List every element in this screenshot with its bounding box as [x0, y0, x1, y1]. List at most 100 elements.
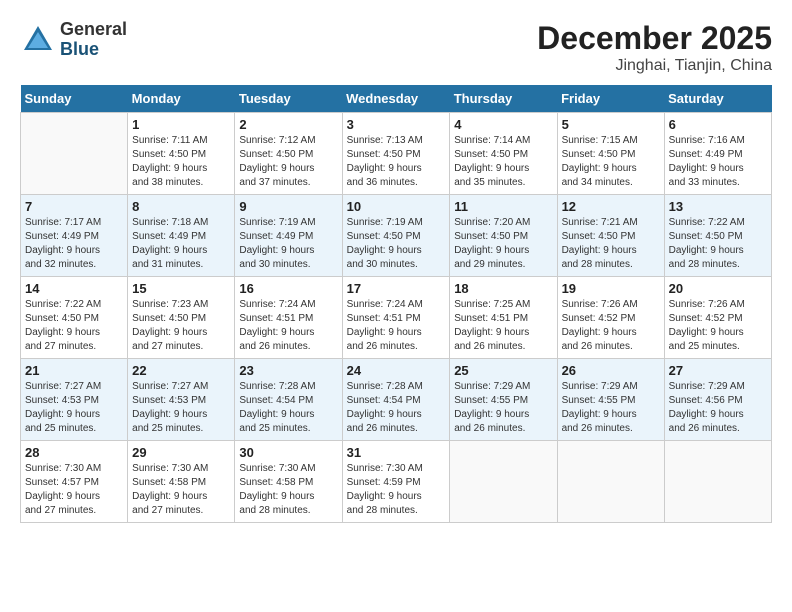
calendar-cell: 26Sunrise: 7:29 AMSunset: 4:55 PMDayligh… [557, 359, 664, 441]
calendar-cell [450, 441, 557, 523]
day-info: Sunrise: 7:24 AMSunset: 4:51 PMDaylight:… [239, 298, 337, 354]
calendar-table: SundayMondayTuesdayWednesdayThursdayFrid… [20, 85, 772, 523]
day-info: Sunrise: 7:11 AMSunset: 4:50 PMDaylight:… [132, 134, 230, 190]
day-info: Sunrise: 7:20 AMSunset: 4:50 PMDaylight:… [454, 216, 552, 272]
day-info: Sunrise: 7:24 AMSunset: 4:51 PMDaylight:… [347, 298, 446, 354]
day-number: 26 [562, 363, 660, 378]
day-info: Sunrise: 7:16 AMSunset: 4:49 PMDaylight:… [669, 134, 767, 190]
calendar-cell: 13 Sunrise: 7:22 AMSunset: 4:50 PMDayligh… [664, 195, 771, 277]
calendar-day-header: Saturday [664, 85, 771, 113]
day-info: Sunrise: 7:15 AMSunset: 4:50 PMDaylight:… [562, 134, 660, 190]
calendar-cell: 31 Sunrise: 7:30 AMSunset: 4:59 PMDayligh… [342, 441, 450, 523]
day-number: 16 [239, 281, 337, 296]
day-info: Sunrise: 7:30 AMSunset: 4:58 PMDaylight:… [239, 462, 337, 518]
calendar-cell: 6 Sunrise: 7:16 AMSunset: 4:49 PMDaylight… [664, 113, 771, 195]
calendar-cell: 25 Sunrise: 7:29 AMSunset: 4:55 PMDayligh… [450, 359, 557, 441]
day-info: Sunrise: 7:22 AMSunset: 4:50 PMDaylight:… [669, 216, 767, 272]
calendar-week-row: 14 Sunrise: 7:22 AMSunset: 4:50 PMDayligh… [21, 277, 772, 359]
calendar-cell: 18 Sunrise: 7:25 AMSunset: 4:51 PMDayligh… [450, 277, 557, 359]
day-info: Sunrise: 7:12 AMSunset: 4:50 PMDaylight:… [239, 134, 337, 190]
calendar-cell: 27 Sunrise: 7:29 AMSunset: 4:56 PMDayligh… [664, 359, 771, 441]
calendar-cell: 4Sunrise: 7:14 AMSunset: 4:50 PMDaylight… [450, 113, 557, 195]
day-info: Sunrise: 7:28 AMSunset: 4:54 PMDaylight:… [347, 380, 446, 436]
calendar-cell: 3Sunrise: 7:13 AMSunset: 4:50 PMDaylight… [342, 113, 450, 195]
day-number: 10 [347, 199, 446, 214]
logo-general: General [60, 20, 127, 40]
day-info: Sunrise: 7:27 AMSunset: 4:53 PMDaylight:… [132, 380, 230, 436]
calendar-cell: 14 Sunrise: 7:22 AMSunset: 4:50 PMDayligh… [21, 277, 128, 359]
logo-text: General Blue [60, 20, 127, 60]
day-info: Sunrise: 7:14 AMSunset: 4:50 PMDaylight:… [454, 134, 552, 190]
day-number: 11 [454, 199, 552, 214]
day-info: Sunrise: 7:30 AMSunset: 4:59 PMDaylight:… [347, 462, 446, 518]
calendar-day-header: Sunday [21, 85, 128, 113]
day-number: 30 [239, 445, 337, 460]
day-number: 19 [562, 281, 660, 296]
day-number: 21 [25, 363, 123, 378]
day-info: Sunrise: 7:29 AMSunset: 4:56 PMDaylight:… [669, 380, 767, 436]
day-number: 15 [132, 281, 230, 296]
calendar-cell: 22 Sunrise: 7:27 AMSunset: 4:53 PMDayligh… [128, 359, 235, 441]
day-number: 28 [25, 445, 123, 460]
day-info: Sunrise: 7:18 AMSunset: 4:49 PMDaylight:… [132, 216, 230, 272]
calendar-cell [21, 113, 128, 195]
day-info: Sunrise: 7:30 AMSunset: 4:58 PMDaylight:… [132, 462, 230, 518]
page-title: December 2025 [537, 20, 772, 57]
calendar-cell: 2 Sunrise: 7:12 AMSunset: 4:50 PMDaylight… [235, 113, 342, 195]
day-number: 2 [239, 117, 337, 132]
day-number: 29 [132, 445, 230, 460]
day-info: Sunrise: 7:26 AMSunset: 4:52 PMDaylight:… [562, 298, 660, 354]
day-number: 23 [239, 363, 337, 378]
calendar-cell: 8Sunrise: 7:18 AMSunset: 4:49 PMDaylight… [128, 195, 235, 277]
calendar-cell: 5 Sunrise: 7:15 AMSunset: 4:50 PMDaylight… [557, 113, 664, 195]
calendar-week-row: 21 Sunrise: 7:27 AMSunset: 4:53 PMDayligh… [21, 359, 772, 441]
calendar-cell: 29 Sunrise: 7:30 AMSunset: 4:58 PMDayligh… [128, 441, 235, 523]
day-number: 27 [669, 363, 767, 378]
day-number: 7 [25, 199, 123, 214]
day-number: 1 [132, 117, 230, 132]
calendar-cell [557, 441, 664, 523]
calendar-cell: 17Sunrise: 7:24 AMSunset: 4:51 PMDayligh… [342, 277, 450, 359]
day-info: Sunrise: 7:28 AMSunset: 4:54 PMDaylight:… [239, 380, 337, 436]
day-info: Sunrise: 7:17 AMSunset: 4:49 PMDaylight:… [25, 216, 123, 272]
day-info: Sunrise: 7:30 AMSunset: 4:57 PMDaylight:… [25, 462, 123, 518]
day-number: 12 [562, 199, 660, 214]
title-block: December 2025 Jinghai, Tianjin, China [537, 20, 772, 75]
day-number: 25 [454, 363, 552, 378]
day-number: 24 [347, 363, 446, 378]
page-subtitle: Jinghai, Tianjin, China [537, 57, 772, 75]
calendar-day-header: Friday [557, 85, 664, 113]
calendar-cell: 21 Sunrise: 7:27 AMSunset: 4:53 PMDayligh… [21, 359, 128, 441]
calendar-week-row: 1 Sunrise: 7:11 AMSunset: 4:50 PMDaylight… [21, 113, 772, 195]
calendar-cell: 24 Sunrise: 7:28 AMSunset: 4:54 PMDayligh… [342, 359, 450, 441]
day-number: 6 [669, 117, 767, 132]
day-number: 5 [562, 117, 660, 132]
day-info: Sunrise: 7:27 AMSunset: 4:53 PMDaylight:… [25, 380, 123, 436]
day-number: 18 [454, 281, 552, 296]
day-info: Sunrise: 7:19 AMSunset: 4:50 PMDaylight:… [347, 216, 446, 272]
day-info: Sunrise: 7:29 AMSunset: 4:55 PMDaylight:… [454, 380, 552, 436]
calendar-cell: 10 Sunrise: 7:19 AMSunset: 4:50 PMDayligh… [342, 195, 450, 277]
calendar-cell [664, 441, 771, 523]
calendar-cell: 23 Sunrise: 7:28 AMSunset: 4:54 PMDayligh… [235, 359, 342, 441]
day-info: Sunrise: 7:26 AMSunset: 4:52 PMDaylight:… [669, 298, 767, 354]
day-info: Sunrise: 7:21 AMSunset: 4:50 PMDaylight:… [562, 216, 660, 272]
day-info: Sunrise: 7:22 AMSunset: 4:50 PMDaylight:… [25, 298, 123, 354]
calendar-day-header: Tuesday [235, 85, 342, 113]
calendar-cell: 20Sunrise: 7:26 AMSunset: 4:52 PMDayligh… [664, 277, 771, 359]
day-number: 14 [25, 281, 123, 296]
day-number: 31 [347, 445, 446, 460]
day-number: 13 [669, 199, 767, 214]
calendar-cell: 12 Sunrise: 7:21 AMSunset: 4:50 PMDayligh… [557, 195, 664, 277]
calendar-cell: 19 Sunrise: 7:26 AMSunset: 4:52 PMDayligh… [557, 277, 664, 359]
calendar-week-row: 28 Sunrise: 7:30 AMSunset: 4:57 PMDayligh… [21, 441, 772, 523]
calendar-header-row: SundayMondayTuesdayWednesdayThursdayFrid… [21, 85, 772, 113]
day-info: Sunrise: 7:23 AMSunset: 4:50 PMDaylight:… [132, 298, 230, 354]
day-info: Sunrise: 7:25 AMSunset: 4:51 PMDaylight:… [454, 298, 552, 354]
calendar-cell: 9Sunrise: 7:19 AMSunset: 4:49 PMDaylight… [235, 195, 342, 277]
calendar-day-header: Thursday [450, 85, 557, 113]
calendar-cell: 7 Sunrise: 7:17 AMSunset: 4:49 PMDaylight… [21, 195, 128, 277]
logo: General Blue [20, 20, 127, 60]
day-number: 22 [132, 363, 230, 378]
calendar-day-header: Wednesday [342, 85, 450, 113]
